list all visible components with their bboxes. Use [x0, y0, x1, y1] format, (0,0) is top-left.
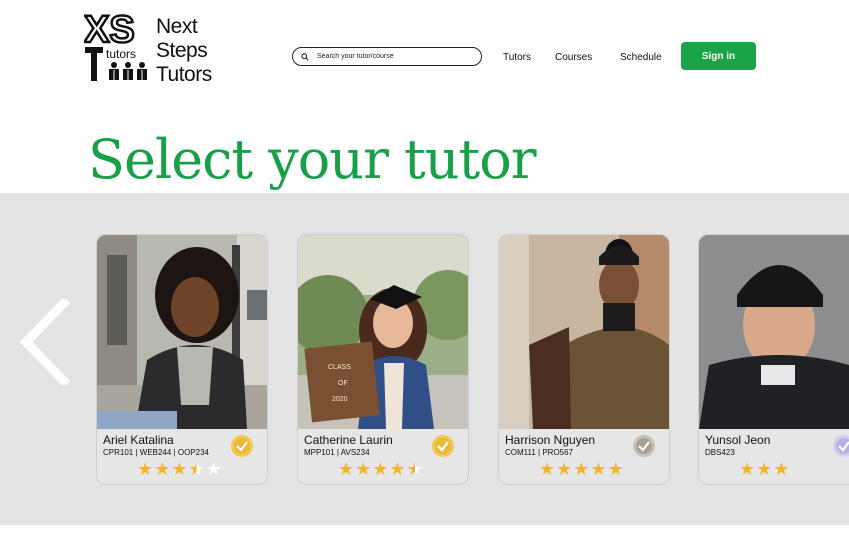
tutor-card[interactable]: CLASS OF 2020 Catherine Laurin MPP101 | … [297, 234, 469, 485]
star-icon: ★ [539, 459, 556, 479]
nav-tutors-link[interactable]: Tutors [503, 52, 531, 63]
rating-stars: ★ ★ ★ ★ ★ [338, 460, 423, 478]
star-icon: ★ [756, 459, 773, 479]
board-text-1: CLASS [328, 364, 351, 371]
brand-name: Next Steps Tutors [156, 15, 212, 87]
tutor-photo [499, 235, 669, 429]
star-half-icon: ★ [406, 459, 423, 479]
verified-badge-icon [231, 435, 253, 457]
verified-badge-icon [432, 435, 454, 457]
star-empty-icon: ★ [205, 459, 222, 479]
board-text-2: OF [338, 380, 348, 387]
star-icon: ★ [171, 459, 188, 479]
verified-badge-icon [633, 435, 655, 457]
tutor-photo: CLASS OF 2020 [298, 235, 468, 429]
nav-courses-link[interactable]: Courses [555, 52, 592, 63]
chevron-left-icon[interactable] [18, 299, 70, 385]
tutor-courses: CPR101 | WEB244 | OOP234 [103, 448, 209, 457]
star-half-icon: ★ [188, 459, 205, 479]
rating-stars: ★ ★ ★ ★ ★ [137, 460, 222, 478]
logo-sub-text: tutors [106, 47, 136, 61]
sign-in-button[interactable]: Sign in [681, 42, 756, 70]
star-icon: ★ [154, 459, 171, 479]
star-icon: ★ [355, 459, 372, 479]
verified-badge-icon [833, 435, 849, 457]
tutor-courses: MPP101 | AVS234 [304, 448, 370, 457]
logo-mark-icon: XS tutors [84, 12, 147, 81]
search-icon [301, 52, 309, 61]
brand-name-line-3: Tutors [156, 63, 212, 86]
star-icon: ★ [137, 459, 154, 479]
tutor-name: Harrison Nguyen [505, 433, 596, 447]
nav-schedule-link[interactable]: Schedule [620, 52, 662, 63]
page-title: Select your tutor [88, 128, 537, 191]
tutor-carousel: Ariel Katalina CPR101 | WEB244 | OOP234 … [0, 193, 849, 525]
star-icon: ★ [739, 459, 756, 479]
star-icon: ★ [389, 459, 406, 479]
tutor-card[interactable]: Yunsol Jeon DBS423 ★ ★ ★ [698, 234, 849, 485]
tutor-name: Ariel Katalina [103, 433, 174, 447]
board-text-3: 2020 [332, 396, 348, 403]
tutor-courses: COM111 | PRO567 [505, 448, 574, 457]
brand-name-line-2: Steps [156, 39, 208, 62]
tutor-name: Yunsol Jeon [705, 433, 771, 447]
tutor-card[interactable]: Ariel Katalina CPR101 | WEB244 | OOP234 … [96, 234, 268, 485]
tutor-card[interactable]: Harrison Nguyen COM111 | PRO567 ★ ★ ★ ★ … [498, 234, 670, 485]
search-input[interactable] [317, 53, 467, 60]
tutor-name: Catherine Laurin [304, 433, 393, 447]
search-bar[interactable] [292, 47, 482, 66]
rating-stars: ★ ★ ★ [739, 460, 789, 478]
tutor-photo [699, 235, 849, 429]
star-icon: ★ [590, 459, 607, 479]
brand-name-line-1: Next [156, 15, 198, 38]
tutor-courses: DBS423 [705, 448, 735, 457]
star-icon: ★ [607, 459, 624, 479]
rating-stars: ★ ★ ★ ★ ★ [539, 460, 624, 478]
logo-monogram: XS [84, 12, 135, 51]
brand-logo[interactable]: XS tutors Next Steps Tutors [84, 12, 214, 87]
star-icon: ★ [773, 459, 790, 479]
star-icon: ★ [338, 459, 355, 479]
tutor-photo [97, 235, 267, 429]
star-icon: ★ [573, 459, 590, 479]
star-icon: ★ [556, 459, 573, 479]
star-icon: ★ [372, 459, 389, 479]
